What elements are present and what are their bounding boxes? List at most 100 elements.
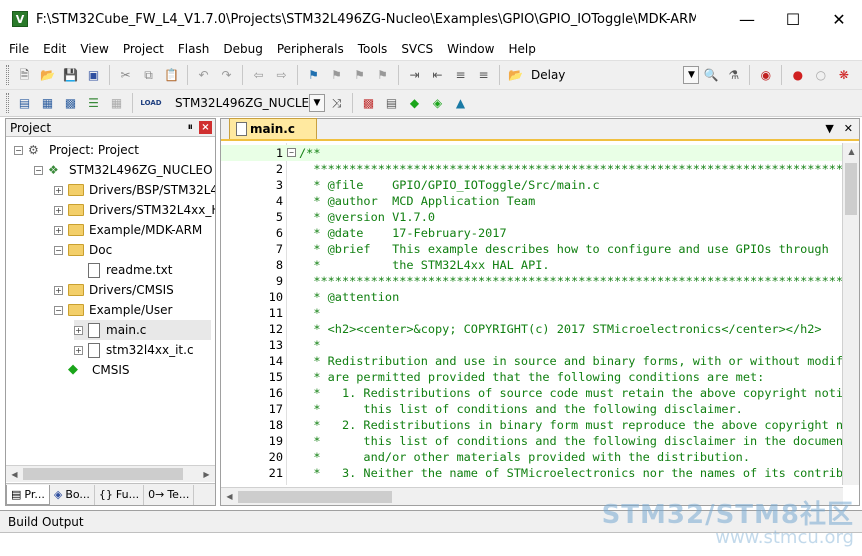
maximize-button[interactable]: ☐ — [770, 0, 816, 38]
find-combo-text[interactable]: Delay — [531, 68, 565, 82]
tab-list-dropdown-icon[interactable]: ▼ — [825, 122, 833, 135]
close-editor-icon[interactable]: ✕ — [844, 122, 853, 135]
code-area[interactable]: 1−/** 2 *********************************… — [221, 143, 843, 485]
find-in-files-icon[interactable]: 📂 — [507, 67, 524, 84]
scroll-left-icon[interactable]: ◀ — [221, 488, 238, 505]
code-line[interactable]: 3 * @file GPIO/GPIO_IOToggle/Src/main.c — [221, 177, 843, 193]
scroll-thumb[interactable] — [23, 468, 183, 480]
code-line[interactable]: 10 * @attention — [221, 289, 843, 305]
collapse-icon[interactable]: − — [54, 245, 63, 255]
menu-edit[interactable]: Edit — [36, 42, 73, 56]
tree-item[interactable]: ◆ CMSIS — [54, 360, 130, 380]
insert-breakpoint-icon[interactable]: ● — [789, 67, 806, 84]
tree-item[interactable]: − Doc — [54, 240, 112, 260]
save-all-icon[interactable]: ▣ — [85, 67, 102, 84]
code-line[interactable]: 19 * this list of conditions and the fol… — [221, 433, 843, 449]
code-line[interactable]: 1−/** — [221, 145, 843, 161]
copy-icon[interactable]: ⧉ — [140, 67, 157, 84]
uncomment-icon[interactable]: ≡ — [475, 67, 492, 84]
project-hscrollbar[interactable]: ◀ ▶ — [6, 465, 215, 482]
editor-vscrollbar[interactable]: ▲ — [842, 143, 859, 485]
run-time-environment-icon[interactable]: ◆ — [406, 95, 423, 112]
nav-forward-icon[interactable]: ⇨ — [273, 67, 290, 84]
tree-item[interactable]: + Example/MDK-ARM — [54, 220, 202, 240]
clear-bookmarks-icon[interactable]: ⚑ — [374, 67, 391, 84]
menu-help[interactable]: Help — [501, 42, 542, 56]
code-line[interactable]: 21 * 3. Neither the name of STMicroelect… — [221, 465, 843, 481]
debug-session-icon[interactable]: ◉ — [757, 67, 774, 84]
panel-close-icon[interactable]: × — [199, 121, 212, 134]
tree-item[interactable]: − ⚙ Project: Project — [14, 140, 139, 160]
target-select[interactable]: STM32L496ZG_NUCLEO ▼ — [173, 94, 325, 112]
unindent-icon[interactable]: ⇤ — [429, 67, 446, 84]
scroll-thumb[interactable] — [238, 490, 392, 503]
pack-installer-icon[interactable]: ◈ — [429, 95, 446, 112]
select-software-packs-icon[interactable]: ▲ — [452, 95, 469, 112]
menu-tools[interactable]: Tools — [351, 42, 395, 56]
tree-item[interactable]: + Drivers/STM32L4xx_HA — [54, 200, 215, 220]
code-line[interactable]: 5 * @version V1.7.0 — [221, 209, 843, 225]
scroll-thumb[interactable] — [845, 163, 857, 215]
editor-hscrollbar[interactable]: ◀ — [221, 487, 843, 505]
target-select-dropdown[interactable]: ▼ — [309, 94, 325, 112]
menu-window[interactable]: Window — [440, 42, 501, 56]
rebuild-icon[interactable]: ▩ — [62, 95, 79, 112]
code-line[interactable]: 4 * @author MCD Application Team — [221, 193, 843, 209]
menu-debug[interactable]: Debug — [216, 42, 269, 56]
paste-icon[interactable]: 📋 — [163, 67, 180, 84]
code-line[interactable]: 11 * — [221, 305, 843, 321]
fold-collapse-icon[interactable]: − — [287, 148, 296, 157]
tree-item[interactable]: + stm32l4xx_it.c — [74, 340, 194, 360]
code-line[interactable]: 7 * @brief This example describes how to… — [221, 241, 843, 257]
bookmark-icon[interactable]: ⚑ — [305, 67, 322, 84]
stop-build-icon[interactable]: ▦ — [108, 95, 125, 112]
code-line[interactable]: 18 * 2. Redistributions in binary form m… — [221, 417, 843, 433]
save-icon[interactable]: 💾 — [62, 67, 79, 84]
code-line[interactable]: 2 **************************************… — [221, 161, 843, 177]
scroll-up-icon[interactable]: ▲ — [843, 143, 860, 160]
comment-icon[interactable]: ≡ — [452, 67, 469, 84]
scroll-left-icon[interactable]: ◀ — [6, 466, 23, 483]
tree-item[interactable]: − Example/User — [54, 300, 172, 320]
menu-peripherals[interactable]: Peripherals — [270, 42, 351, 56]
manage-components-icon[interactable]: ▩ — [360, 95, 377, 112]
incremental-find-icon[interactable]: 🔍 — [702, 67, 719, 84]
code-line[interactable]: 17 * this list of conditions and the fol… — [221, 401, 843, 417]
find-combo-dropdown[interactable]: ▼ — [683, 66, 700, 84]
code-line[interactable]: 6 * @date 17-February-2017 — [221, 225, 843, 241]
nav-back-icon[interactable]: ⇦ — [250, 67, 267, 84]
menu-flash[interactable]: Flash — [171, 42, 216, 56]
tab-books[interactable]: ◈ Bo... — [50, 484, 95, 505]
enable-breakpoint-icon[interactable]: ○ — [812, 67, 829, 84]
undo-icon[interactable]: ↶ — [195, 67, 212, 84]
collapse-icon[interactable]: − — [34, 165, 43, 175]
new-file-icon[interactable]: 🗎 — [16, 67, 33, 84]
batch-build-icon[interactable]: ☰ — [85, 95, 102, 112]
expand-icon[interactable]: + — [54, 205, 63, 215]
build-icon[interactable]: ▦ — [39, 95, 56, 112]
prev-bookmark-icon[interactable]: ⚑ — [328, 67, 345, 84]
download-load-icon[interactable]: LOAD — [140, 95, 162, 112]
expand-icon[interactable]: + — [54, 285, 63, 295]
scroll-right-icon[interactable]: ▶ — [198, 466, 215, 483]
code-line[interactable]: 15 * are permitted provided that the fol… — [221, 369, 843, 385]
editor-tab-main-c[interactable]: main.c — [229, 118, 317, 139]
tab-templates[interactable]: 0→ Te... — [144, 484, 195, 505]
code-line[interactable]: 12 * <h2><center>&copy; COPYRIGHT(c) 201… — [221, 321, 843, 337]
next-bookmark-icon[interactable]: ⚑ — [351, 67, 368, 84]
code-line[interactable]: 8 * the STM32L4xx HAL API. — [221, 257, 843, 273]
tab-functions[interactable]: {} Fu... — [95, 484, 145, 505]
open-folder-icon[interactable]: 📂 — [39, 67, 56, 84]
expand-icon[interactable]: + — [54, 185, 63, 195]
tree-item[interactable]: − ❖ STM32L496ZG_NUCLEO — [34, 160, 213, 180]
toolbar-grip[interactable] — [6, 65, 9, 85]
translate-icon[interactable]: ▤ — [16, 95, 33, 112]
code-line[interactable]: 13 * — [221, 337, 843, 353]
pin-icon[interactable]: ⏸ — [188, 120, 194, 134]
menu-project[interactable]: Project — [116, 42, 171, 56]
menu-file[interactable]: File — [0, 42, 36, 56]
tree-item[interactable]: readme.txt — [74, 260, 172, 280]
tree-item[interactable]: + main.c — [74, 320, 211, 340]
code-line[interactable]: 9 **************************************… — [221, 273, 843, 289]
expand-icon[interactable]: + — [54, 225, 63, 235]
